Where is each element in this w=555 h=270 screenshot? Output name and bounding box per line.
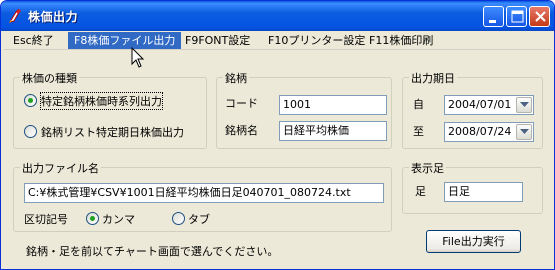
stock-group: 銘柄 コード 1001 銘柄名 日経平均株価 — [216, 70, 392, 149]
menu-item-exit[interactable]: Esc終了 — [7, 32, 60, 49]
app-window: 株価出力 Esc終了 F8株価ファイル出力 F9FONT設定 F10プリンター設… — [0, 0, 555, 270]
menu-item-font-settings[interactable]: F9FONT設定 — [179, 32, 256, 49]
price-type-group: 株価の種類 特定銘柄株価時系列出力 銘柄リスト特定期日株価出力 — [13, 70, 207, 149]
radio-list-date-label[interactable]: 銘柄リスト特定期日株価出力 — [41, 124, 184, 140]
close-button[interactable] — [529, 6, 550, 27]
radio-tab-label[interactable]: タブ — [188, 211, 210, 227]
maximize-icon — [511, 10, 524, 23]
from-date-value: 2004/07/01 — [448, 98, 512, 111]
radio-list-date[interactable] — [24, 125, 37, 138]
to-date-select[interactable]: 2008/07/24 — [444, 122, 534, 142]
code-label: コード — [225, 97, 258, 110]
mouse-pointer-icon — [131, 47, 145, 68]
radio-tab[interactable] — [172, 212, 185, 225]
radio-comma-label[interactable]: カンマ — [102, 211, 135, 227]
output-file-group: 出力ファイル名 C:¥株式管理¥CSV¥1001日経平均株価日足040701_0… — [13, 160, 392, 232]
minimize-button[interactable] — [483, 6, 504, 27]
radio-time-series[interactable] — [24, 94, 37, 107]
delimiter-label: 区切記号 — [24, 213, 68, 226]
to-label: 至 — [413, 125, 424, 138]
stock-name-label: 銘柄名 — [225, 124, 258, 137]
maximize-button[interactable] — [506, 6, 527, 27]
stock-legend: 銘柄 — [223, 70, 249, 86]
radio-comma[interactable] — [86, 212, 99, 225]
from-label: 自 — [413, 98, 424, 111]
menu-bar: Esc終了 F8株価ファイル出力 F9FONT設定 F10プリンター設定 F11… — [4, 31, 551, 50]
app-flame-icon — [8, 9, 21, 23]
stock-name-field[interactable]: 日経平均株価 — [279, 121, 387, 141]
output-path-field[interactable]: C:¥株式管理¥CSV¥1001日経平均株価日足040701_080724.tx… — [24, 183, 384, 203]
period-legend: 出力期日 — [409, 70, 457, 86]
display-foot-legend: 表示足 — [409, 160, 446, 176]
foot-field[interactable]: 日足 — [444, 182, 523, 202]
menu-item-file-output[interactable]: F8株価ファイル出力 — [68, 32, 182, 49]
from-date-dropdown[interactable] — [516, 97, 532, 113]
menu-item-print[interactable]: F11株価印刷 — [363, 32, 439, 49]
chevron-down-icon — [520, 102, 529, 107]
price-type-legend: 株価の種類 — [20, 70, 79, 86]
period-group: 出力期日 自 2004/07/01 至 2008/07/24 — [402, 70, 543, 149]
to-date-dropdown[interactable] — [516, 124, 532, 140]
to-date-value: 2008/07/24 — [448, 125, 512, 138]
execute-file-output-button[interactable]: File出力実行 — [426, 230, 521, 253]
window-title: 株価出力 — [28, 10, 79, 24]
from-date-select[interactable]: 2004/07/01 — [444, 95, 534, 115]
code-field[interactable]: 1001 — [279, 95, 387, 115]
hint-text: 銘柄・足を前以てチャート画面で選んでください。 — [26, 245, 279, 258]
close-icon — [535, 11, 546, 22]
menu-item-printer-settings[interactable]: F10プリンター設定 — [262, 32, 371, 49]
foot-label: 足 — [415, 185, 426, 198]
radio-time-series-label[interactable]: 特定銘柄株価時系列出力 — [40, 92, 163, 110]
display-foot-group: 表示足 足 日足 — [402, 160, 543, 214]
chevron-down-icon — [520, 129, 529, 134]
output-file-legend: 出力ファイル名 — [20, 160, 101, 176]
title-bar[interactable]: 株価出力 — [1, 1, 554, 31]
minimize-icon — [489, 20, 496, 23]
